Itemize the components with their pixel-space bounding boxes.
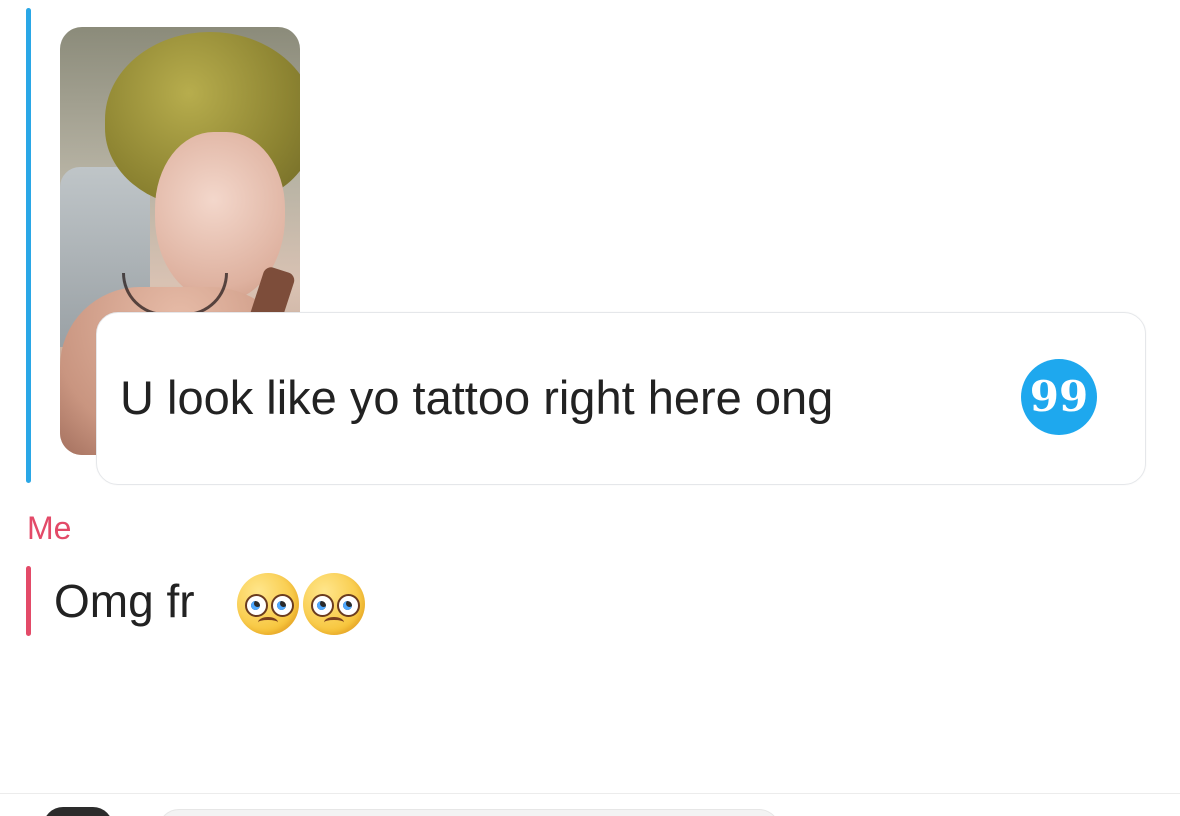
reply-accent-bar: [26, 566, 31, 636]
pleading-face-icon: [237, 573, 299, 635]
quote-bar: [26, 8, 31, 483]
emoji-mouth: [324, 617, 344, 628]
quote-icon[interactable]: 99: [1021, 359, 1097, 435]
chat-input[interactable]: [158, 809, 780, 816]
emoji-left-eye: [311, 594, 334, 617]
reply-message-text: Omg fr: [54, 575, 195, 627]
emoji-right-eye: [337, 594, 360, 617]
chat-screen: U look like yo tattoo right here ong 99 …: [0, 0, 1180, 816]
pleading-face-icon: [303, 573, 365, 635]
quote-icon-label: 99: [1029, 372, 1089, 421]
emoji-mouth: [258, 617, 278, 628]
sender-name: Me: [27, 510, 72, 546]
camera-button[interactable]: [43, 807, 113, 816]
quoted-message-text: U look like yo tattoo right here ong: [120, 371, 834, 424]
emoji-left-eye: [245, 594, 268, 617]
emoji-right-eye: [271, 594, 294, 617]
composer-divider: [0, 793, 1180, 794]
